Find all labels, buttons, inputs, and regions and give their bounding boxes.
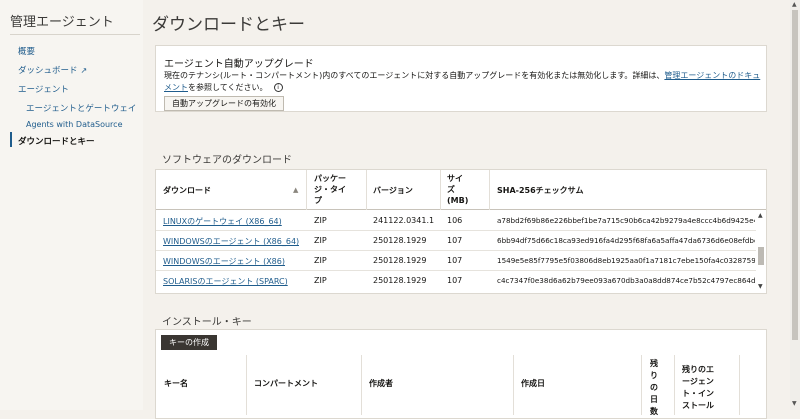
header-line: 日 [650,395,658,404]
enable-auto-upgrade-button[interactable]: 自動アップグレードの有効化 [164,96,284,111]
download-link[interactable]: WINDOWSのエージェント (X86) [163,257,285,266]
header-line: り [650,371,658,380]
package-type-cell: ZIP [314,256,327,265]
header-line: パッケー [314,174,346,183]
download-cell: LINUXのゲートウェイ (X86_64) [163,216,282,227]
header-line: プ [314,196,322,205]
software-downloads-table: ダウンロード ▲ パッケー ジ・タイ プ バージョン サイ ズ (MB) SHA… [155,169,767,294]
table-row: SOLARISのエージェント (SPARC) ZIP 250128.1929 1… [156,271,756,291]
sidebar-item-agents-gateways[interactable]: エージェントとゲートウェイ [26,102,136,114]
header-line: 残 [650,359,658,368]
size-cell: 107 [447,276,463,285]
auto-upgrade-title: エージェント自動アップグレード [164,59,314,70]
page-scrollbar-thumb[interactable] [792,10,798,340]
version-cell: 250128.1929 [373,276,427,285]
download-link[interactable]: LINUXのゲートウェイ (X86_64) [163,217,282,226]
scroll-up-icon[interactable]: ▲ [758,212,763,219]
software-downloads-title: ソフトウェアのダウンロード [162,155,292,166]
sidebar-divider [10,34,140,35]
scrollbar-thumb[interactable] [758,247,764,265]
column-divider [246,355,247,415]
column-divider [641,355,642,415]
column-header-remaining-agents[interactable]: 残りのエ ージェン ト・イン ストール [682,364,714,412]
header-line: 数 [650,407,658,416]
column-divider [739,355,740,415]
size-cell: 107 [447,256,463,265]
column-divider [440,170,441,210]
sort-ascending-icon[interactable]: ▲ [293,186,298,194]
column-header-size[interactable]: サイ ズ (MB) [447,173,468,206]
table-row: WINDOWSのエージェント (X86_64) ZIP 250128.1929 … [156,231,756,251]
sidebar: 管理エージェント 概要 ダッシュボード ↗ エージェント エージェントとゲートウェ… [0,0,143,410]
header-line: ージェン [682,377,714,386]
table-scrollbar[interactable]: ▲ ▼ [756,211,766,293]
install-keys-title: インストール・キー [162,317,252,328]
sidebar-item-overview[interactable]: 概要 [18,45,35,57]
column-header-compartment[interactable]: コンパートメント [254,378,318,390]
package-type-cell: ZIP [314,276,327,285]
header-line: の [650,383,658,392]
sidebar-item-agents[interactable]: エージェント [18,83,69,95]
checksum-cell: 1549e5e85f7795e5f03806d8eb1925aa0f1a7181… [497,256,755,265]
header-line: サイ [447,174,463,183]
auto-upgrade-panel: エージェント自動アップグレード 現在のテナンシ(ルート・コンパートメント)内のす… [155,45,767,112]
sidebar-item-dashboard[interactable]: ダッシュボード ↗ [18,64,87,76]
table-row: WINDOWSのエージェント (X86) ZIP 250128.1929 107… [156,251,756,271]
size-cell: 106 [447,216,463,225]
download-cell: WINDOWSのエージェント (X86) [163,256,285,267]
column-divider [306,170,307,210]
column-header-sha256[interactable]: SHA-256チェックサム [497,185,584,196]
column-header-download[interactable]: ダウンロード [163,185,211,196]
description-suffix: を参照してください。 [188,83,268,92]
column-header-package-type[interactable]: パッケー ジ・タイ プ [314,173,346,206]
page-scrollbar[interactable]: ▲ ▼ [790,0,800,410]
size-cell: 107 [447,236,463,245]
column-divider [674,355,675,415]
column-header-created-date[interactable]: 作成日 [521,378,545,390]
sidebar-title: 管理エージェント [10,15,114,30]
package-type-cell: ZIP [314,236,327,245]
header-line: (MB) [447,196,469,205]
version-cell: 250128.1929 [373,236,427,245]
sidebar-item-downloads-keys[interactable]: ダウンロードとキー [18,135,95,147]
scroll-down-icon[interactable]: ▼ [758,283,763,290]
checksum-cell: c4c7347f0e38d6a62b79ee093a670db3a0a8dd87… [497,276,755,285]
download-link[interactable]: WINDOWSのエージェント (X86_64) [163,237,299,246]
column-divider [489,170,490,210]
external-link-icon: ↗ [80,66,88,75]
header-line: ト・イン [682,389,714,398]
column-header-remaining-days[interactable]: 残 り の 日 数 [650,358,658,418]
header-line: ジ・タイ [314,185,346,194]
create-key-button[interactable]: キーの作成 [161,335,217,350]
download-cell: SOLARISのエージェント (SPARC) [163,276,288,287]
download-cell: WINDOWSのエージェント (X86_64) [163,236,299,247]
active-indicator [10,132,12,147]
package-type-cell: ZIP [314,216,327,225]
version-cell: 241122.0341.1... [373,216,435,225]
description-text: 現在のテナンシ(ルート・コンパートメント)内のすべてのエージェントに対する自動ア… [164,71,665,80]
table-header: ダウンロード ▲ パッケー ジ・タイ プ バージョン サイ ズ (MB) SHA… [156,170,766,210]
page-scroll-up-icon[interactable]: ▲ [792,1,797,8]
table-row: LINUXのゲートウェイ (X86_64) ZIP 241122.0341.1.… [156,211,756,231]
checksum-cell: 6bb94df75d66c18ca93ed916fa4d295f68fa6a5a… [497,236,755,245]
column-divider [361,355,362,415]
page-scroll-down-icon[interactable]: ▼ [792,400,797,407]
column-divider [513,355,514,415]
header-line: ズ [447,185,455,194]
header-line: ストール [682,401,714,410]
install-keys-table: キーの作成 キー名 コンパートメント 作成者 作成日 残 り の 日 数 残りの… [155,329,767,419]
column-divider [366,170,367,210]
info-icon[interactable]: i [273,83,283,92]
header-line: 残りのエ [682,365,714,374]
column-header-key-name[interactable]: キー名 [164,378,188,390]
version-cell: 250128.1929 [373,256,427,265]
checksum-cell: a78bd2f69b86e226bbef1be7a715c90b6ca42b92… [497,216,755,225]
auto-upgrade-description: 現在のテナンシ(ルート・コンパートメント)内のすべてのエージェントに対する自動ア… [164,70,764,94]
page-title: ダウンロードとキー [152,15,305,35]
sidebar-item-agents-datasource[interactable]: Agents with DataSource [26,120,122,129]
column-header-version[interactable]: バージョン [373,185,413,196]
sidebar-item-label: ダッシュボード [18,66,78,76]
download-link[interactable]: SOLARISのエージェント (SPARC) [163,277,288,286]
column-header-creator[interactable]: 作成者 [369,378,393,390]
